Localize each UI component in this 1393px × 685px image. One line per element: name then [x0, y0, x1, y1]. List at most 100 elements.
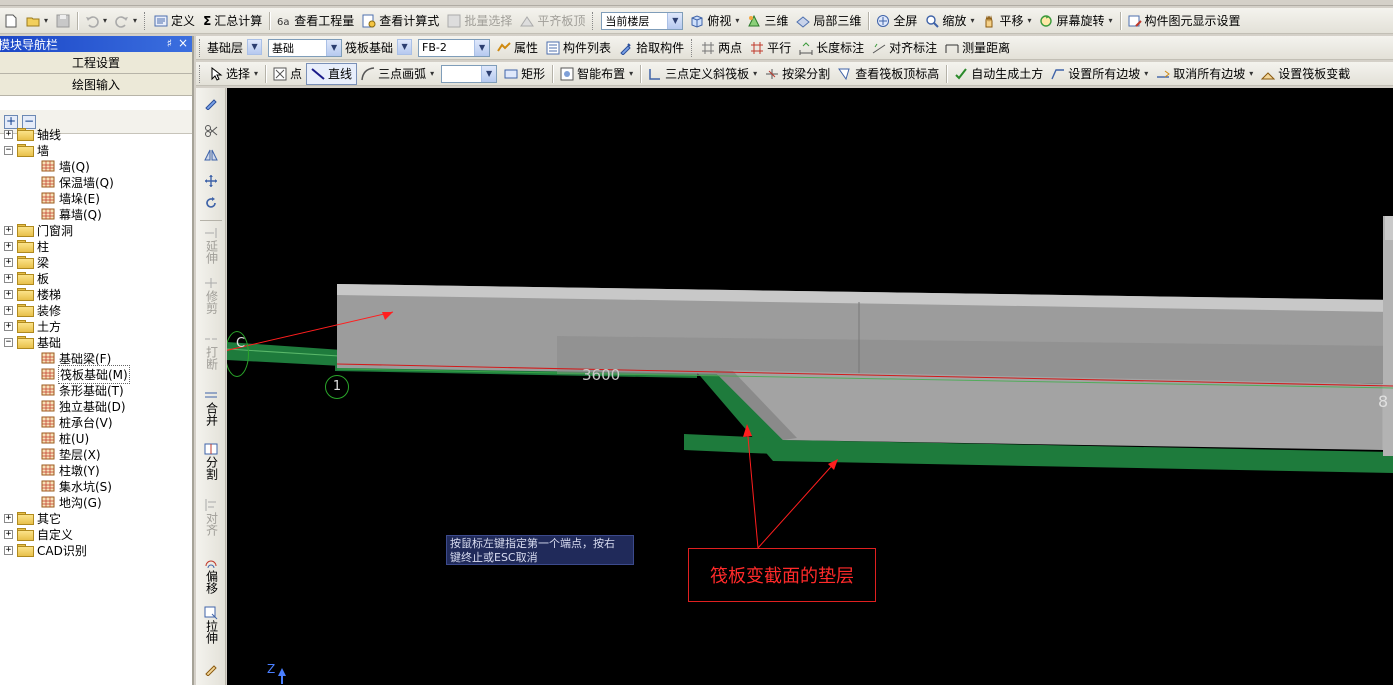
three-d-button[interactable]: 三维 — [743, 10, 792, 32]
tree-leaf-item[interactable]: 桩承台(V) — [40, 414, 113, 430]
tree-folder-item[interactable]: + 门窗洞 — [4, 222, 73, 238]
type-select[interactable]: ▼ — [396, 38, 413, 57]
expand-icon[interactable]: + — [4, 321, 13, 331]
extend-button[interactable]: 延伸 — [198, 226, 224, 264]
expand-icon[interactable]: + — [4, 289, 13, 299]
expand-icon[interactable]: + — [4, 545, 13, 555]
tree-folder-item[interactable]: + CAD识别 — [4, 542, 87, 558]
expand-icon[interactable]: + — [4, 257, 13, 267]
draw-input-section[interactable]: 绘图输入 — [0, 74, 192, 96]
move-button[interactable] — [198, 174, 224, 188]
sum-calc-button[interactable]: Σ 汇总计算 — [199, 10, 266, 32]
rect-button[interactable]: 矩形 — [500, 63, 549, 85]
expand-icon[interactable]: + — [4, 225, 13, 235]
set-all-slopes-button[interactable]: 设置所有边坡 ▾ — [1047, 63, 1152, 85]
mirror-button[interactable] — [198, 148, 224, 162]
drawing-canvas[interactable]: C 1 8 3600 按鼠标左键指定第一个端点，按右 键终止或ESC取消 筏板变… — [227, 88, 1393, 685]
category-select[interactable]: 基础 ▼ — [268, 38, 343, 57]
tree-leaf-item[interactable]: 集水坑(S) — [40, 478, 112, 494]
tree-leaf-item[interactable]: 地沟(G) — [40, 494, 102, 510]
tree-folder-item[interactable]: + 楼梯 — [4, 286, 61, 302]
floor-select[interactable]: ▼ — [246, 38, 263, 57]
tree-leaf-item[interactable]: 独立基础(D) — [40, 398, 126, 414]
local-3d-button[interactable]: 局部三维 — [792, 10, 865, 32]
pick-component-button[interactable]: 拾取构件 — [615, 37, 688, 59]
break-button[interactable]: 打断 — [198, 332, 224, 370]
pencil-button[interactable] — [198, 662, 224, 677]
fullscreen-button[interactable]: 全屏 — [872, 10, 921, 32]
undo-button[interactable]: ▾ — [81, 10, 111, 32]
shape-option-select[interactable]: ▼ — [441, 64, 498, 83]
offset-button[interactable]: 偏移 — [198, 556, 224, 594]
two-points-button[interactable]: 两点 — [697, 37, 746, 59]
tree-leaf-item[interactable]: 基础梁(F) — [40, 350, 111, 366]
tree-folder-item[interactable]: + 轴线 — [4, 126, 61, 142]
view-formula-button[interactable]: 查看计算式 — [358, 10, 443, 32]
expand-icon[interactable]: + — [4, 513, 13, 523]
tree-leaf-item[interactable]: 条形基础(T) — [40, 382, 124, 398]
floor-view-select[interactable]: 当前楼层 ▼ — [601, 11, 684, 30]
split-by-beam-button[interactable]: 按梁分割 — [761, 63, 834, 85]
tree-leaf-item[interactable]: 墙(Q) — [40, 158, 90, 174]
tree-folder-item[interactable]: + 土方 — [4, 318, 61, 334]
auto-earthwork-button[interactable]: 自动生成土方 — [950, 63, 1047, 85]
expand-icon[interactable]: + — [4, 273, 13, 283]
tree-folder-item[interactable]: − 墙 — [4, 142, 49, 158]
set-raft-change-button[interactable]: 设置筏板变截 — [1257, 63, 1354, 85]
zoom-button[interactable]: 缩放 ▾ — [921, 10, 978, 32]
align-button[interactable]: 对齐 — [198, 498, 224, 536]
tree-folder-item[interactable]: + 其它 — [4, 510, 61, 526]
expand-icon[interactable]: + — [4, 305, 13, 315]
new-file-button[interactable] — [0, 10, 22, 32]
tree-folder-item[interactable]: + 自定义 — [4, 526, 73, 542]
copy-button[interactable] — [198, 124, 224, 138]
stretch-button[interactable]: 拉伸 — [198, 606, 224, 644]
pin-icon[interactable]: ♯ — [167, 37, 172, 50]
expand-icon[interactable]: + — [4, 129, 13, 139]
tree-leaf-item[interactable]: 幕墙(Q) — [40, 206, 102, 222]
collapse-icon[interactable]: − — [4, 337, 13, 347]
pan-button[interactable]: 平移 ▾ — [978, 10, 1035, 32]
view-quantity-button[interactable]: 6a 查看工程量 — [273, 10, 358, 32]
batch-select-button[interactable]: 批量选择 — [443, 10, 516, 32]
expand-icon[interactable]: + — [4, 241, 13, 251]
tree-leaf-item[interactable]: 筏板基础(M) — [40, 364, 130, 384]
smart-layout-button[interactable]: 智能布置 ▾ — [556, 63, 637, 85]
rotate-edit-button[interactable] — [198, 196, 224, 210]
tree-folder-item[interactable]: + 梁 — [4, 254, 49, 270]
define-button[interactable]: 定义 — [150, 10, 199, 32]
length-dim-button[interactable]: 长度标注 — [795, 37, 868, 59]
align-top-button[interactable]: 平齐板顶 — [516, 10, 589, 32]
expand-icon[interactable]: + — [4, 529, 13, 539]
collapse-icon[interactable]: − — [4, 145, 13, 155]
save-button[interactable] — [52, 10, 74, 32]
component-list-button[interactable]: 构件列表 — [542, 37, 615, 59]
top-view-button[interactable]: 俯视 ▾ — [686, 10, 743, 32]
cancel-all-slopes-button[interactable]: 取消所有边坡 ▾ — [1152, 63, 1257, 85]
trim-button[interactable]: 修剪 — [198, 276, 224, 314]
tree-leaf-item[interactable]: 保温墙(Q) — [40, 174, 114, 190]
brush-button[interactable] — [198, 96, 224, 111]
component-name-select[interactable]: FB-2 ▼ — [418, 38, 491, 57]
tree-leaf-item[interactable]: 墙垛(E) — [40, 190, 100, 206]
line-button[interactable]: 直线 — [306, 62, 358, 85]
parallel-button[interactable]: 平行 — [746, 37, 795, 59]
close-icon[interactable]: × — [178, 36, 188, 50]
split-button[interactable]: 分割 — [198, 442, 224, 480]
project-settings-section[interactable]: 工程设置 — [0, 52, 192, 74]
view-raft-elev-button[interactable]: 查看筏板顶标高 — [834, 63, 943, 85]
tree-folder-item[interactable]: + 柱 — [4, 238, 49, 254]
arc-button[interactable]: 三点画弧 ▾ — [357, 63, 438, 85]
slope-raft-button[interactable]: 三点定义斜筏板 ▾ — [644, 63, 761, 85]
tree-leaf-item[interactable]: 柱墩(Y) — [40, 462, 100, 478]
measure-button[interactable]: 测量距离 — [941, 37, 1014, 59]
point-button[interactable]: 点 — [269, 63, 306, 85]
tree-folder-item[interactable]: + 板 — [4, 270, 49, 286]
tree-leaf-item[interactable]: 桩(U) — [40, 430, 89, 446]
tree-folder-item[interactable]: − 基础 — [4, 334, 61, 350]
select-button[interactable]: 选择 ▾ — [205, 63, 262, 85]
tree-leaf-item[interactable]: 垫层(X) — [40, 446, 101, 462]
properties-button[interactable]: 属性 — [493, 37, 542, 59]
merge-button[interactable]: 合并 — [198, 388, 224, 426]
open-file-button[interactable]: ▾ — [22, 10, 52, 32]
